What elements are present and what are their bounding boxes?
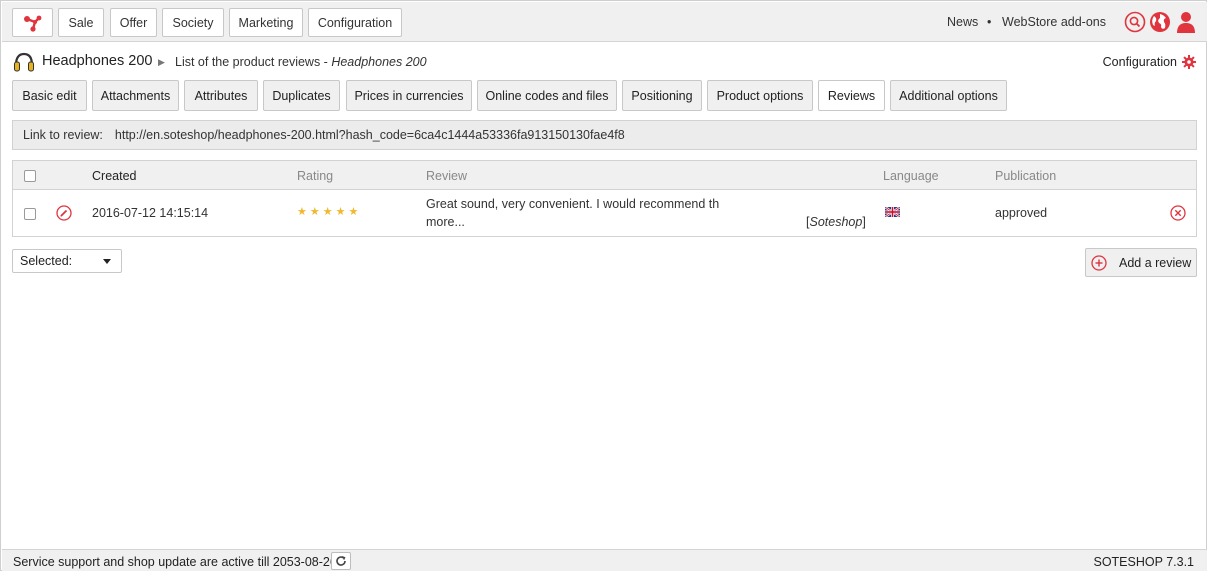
row-checkbox[interactable] — [24, 208, 36, 220]
rating-stars: ★ ★ ★ ★ ★ — [297, 207, 358, 218]
news-link[interactable]: News — [947, 15, 978, 29]
star-icon: ★ — [335, 206, 346, 218]
review-link-label: Link to review: — [23, 128, 103, 142]
column-publication: Publication — [995, 169, 1057, 183]
review-author: [Soteshop] — [806, 215, 866, 229]
refresh-icon — [336, 556, 346, 566]
review-more-link[interactable]: more... — [426, 215, 465, 229]
refresh-button[interactable] — [331, 552, 351, 570]
table-header: Created Rating Review Language Publicati… — [13, 161, 1196, 190]
product-title: Headphones 200 — [42, 53, 153, 69]
selected-dropdown-label: Selected: — [20, 254, 73, 268]
selected-actions-dropdown[interactable]: Selected: — [12, 249, 122, 273]
tab-prices-in-currencies[interactable]: Prices in currencies — [346, 80, 472, 111]
delete-icon[interactable] — [1170, 205, 1186, 221]
star-icon: ★ — [297, 206, 307, 218]
table-row: 2016-07-12 14:15:14 ★ ★ ★ ★ ★ Great soun… — [13, 190, 1196, 236]
tab-positioning[interactable]: Positioning — [622, 80, 702, 111]
headphones-icon — [14, 52, 34, 72]
add-review-button[interactable]: Add a review — [1085, 248, 1197, 277]
search-icon[interactable] — [1124, 11, 1146, 33]
app-window: Sale Offer Society Marketing Configurati… — [0, 0, 1207, 571]
publication-status: approved — [995, 206, 1048, 220]
support-status-text: Service support and shop update are acti… — [13, 555, 337, 569]
tab-online-codes-and-files[interactable]: Online codes and files — [477, 80, 617, 111]
top-navigation-bar: Sale Offer Society Marketing Configurati… — [2, 2, 1207, 42]
plus-circle-icon — [1091, 255, 1107, 271]
add-review-label: Add a review — [1119, 256, 1192, 270]
tab-attachments[interactable]: Attachments — [92, 80, 179, 111]
star-icon: ★ — [322, 206, 333, 218]
nav-society[interactable]: Society — [162, 8, 224, 37]
created-date: 2016-07-12 14:15:14 — [92, 206, 209, 220]
nav-separator: • — [987, 15, 992, 29]
edit-icon[interactable] — [56, 205, 72, 221]
soteshop-logo-icon — [23, 15, 41, 32]
status-footer: Service support and shop update are acti… — [2, 549, 1207, 571]
select-all-checkbox[interactable] — [24, 170, 36, 182]
review-link-box: Link to review: http://en.soteshop/headp… — [12, 120, 1197, 150]
review-link-url[interactable]: http://en.soteshop/headphones-200.html?h… — [115, 128, 625, 142]
tab-attributes[interactable]: Attributes — [184, 80, 258, 111]
review-author-name: Soteshop — [809, 215, 863, 229]
nav-sale[interactable]: Sale — [58, 8, 104, 37]
user-icon[interactable] — [1175, 11, 1197, 33]
tab-duplicates[interactable]: Duplicates — [263, 80, 340, 111]
configuration-link[interactable]: Configuration — [1103, 55, 1177, 69]
reviews-table: Created Rating Review Language Publicati… — [12, 160, 1197, 237]
star-icon: ★ — [309, 206, 320, 218]
tab-additional-options[interactable]: Additional options — [890, 80, 1007, 111]
breadcrumb-arrow-icon: ▶ — [158, 57, 165, 67]
caret-down-icon — [103, 259, 111, 264]
home-logo-button[interactable] — [12, 8, 53, 37]
nav-configuration[interactable]: Configuration — [308, 8, 402, 37]
column-created[interactable]: Created — [92, 169, 136, 183]
breadcrumb: List of the product reviews - Headphones… — [175, 55, 427, 69]
nav-marketing[interactable]: Marketing — [229, 8, 303, 37]
breadcrumb-product: Headphones 200 — [331, 55, 427, 69]
globe-icon[interactable] — [1149, 11, 1171, 33]
webstore-addons-link[interactable]: WebStore add-ons — [1002, 15, 1106, 29]
tab-product-options[interactable]: Product options — [707, 80, 813, 111]
review-text: Great sound, very convenient. I would re… — [426, 197, 720, 211]
tab-basic-edit[interactable]: Basic edit — [12, 80, 87, 111]
gear-icon[interactable] — [1182, 55, 1196, 69]
column-review: Review — [426, 169, 467, 183]
uk-flag-icon — [885, 207, 900, 217]
column-language: Language — [883, 169, 939, 183]
star-icon: ★ — [348, 206, 359, 218]
nav-offer[interactable]: Offer — [110, 8, 157, 37]
breadcrumb-prefix: List of the product reviews - — [175, 55, 332, 69]
column-rating: Rating — [297, 169, 334, 183]
tab-reviews[interactable]: Reviews — [818, 80, 885, 111]
app-version: SOTESHOP 7.3.1 — [1093, 555, 1194, 569]
